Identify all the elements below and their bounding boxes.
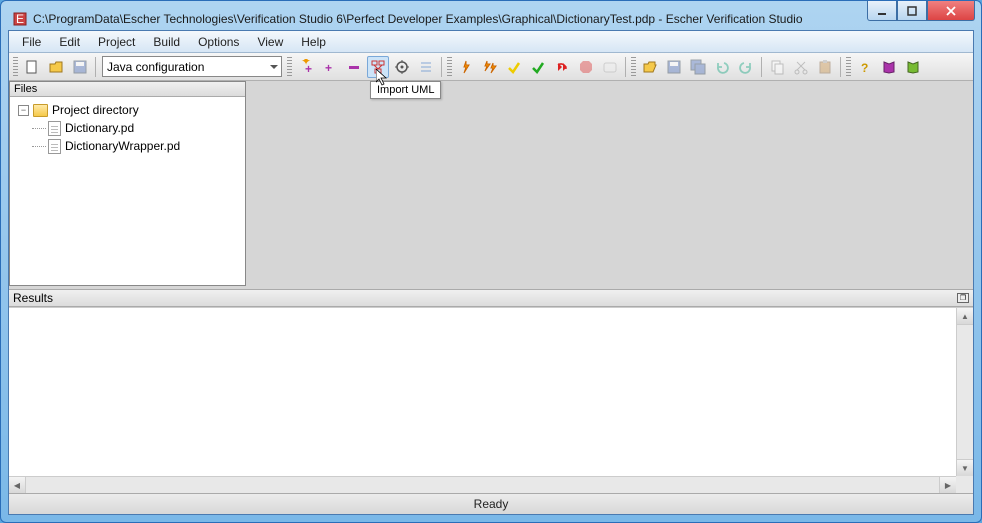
scrollbar-horizontal[interactable]: ◀ ▶: [9, 476, 956, 493]
verify-all-button[interactable]: [479, 56, 501, 78]
status-text: Ready: [474, 497, 509, 511]
toolbar-grip: [287, 57, 292, 77]
menu-options[interactable]: Options: [189, 33, 248, 51]
settings-button[interactable]: [391, 56, 413, 78]
tree-item-label: Dictionary.pd: [65, 121, 134, 135]
statusbar: Ready: [9, 493, 973, 514]
scroll-down-icon[interactable]: ▼: [957, 459, 973, 476]
close-button[interactable]: [927, 1, 975, 21]
clear-button[interactable]: [599, 56, 621, 78]
scroll-corner: [956, 476, 973, 493]
new-button[interactable]: [21, 56, 43, 78]
toolbar: Java configuration ✦+ +: [9, 53, 973, 81]
cut-button[interactable]: [790, 56, 812, 78]
tree-item[interactable]: Dictionary.pd: [12, 119, 243, 137]
results-panel: Results ❐ ▲ ▼ ◀ ▶: [9, 289, 973, 493]
app-icon: E: [12, 11, 28, 27]
results-body: ▲ ▼ ◀ ▶: [9, 307, 973, 493]
book2-button[interactable]: [902, 56, 924, 78]
toolbar-separator: [441, 57, 442, 77]
minimize-button[interactable]: [867, 1, 897, 21]
scroll-up-icon[interactable]: ▲: [957, 308, 973, 325]
scrollbar-vertical[interactable]: ▲ ▼: [956, 308, 973, 476]
paste-button[interactable]: [814, 56, 836, 78]
verify-one-button[interactable]: [455, 56, 477, 78]
menu-view[interactable]: View: [248, 33, 292, 51]
toolbar-grip: [447, 57, 452, 77]
add-new-button[interactable]: ✦+: [295, 56, 317, 78]
file-icon: [48, 139, 61, 154]
redo-button[interactable]: [735, 56, 757, 78]
svg-text:+: +: [305, 62, 312, 75]
toolbar-separator: [95, 57, 96, 77]
menu-edit[interactable]: Edit: [50, 33, 89, 51]
book1-button[interactable]: [878, 56, 900, 78]
scroll-left-icon[interactable]: ◀: [9, 477, 26, 493]
tree-item[interactable]: DictionaryWrapper.pd: [12, 137, 243, 155]
toolbar-grip: [846, 57, 851, 77]
toolbar-separator: [761, 57, 762, 77]
files-panel-title: Files: [10, 82, 245, 97]
help-button[interactable]: ?: [854, 56, 876, 78]
add-button[interactable]: +: [319, 56, 341, 78]
tooltip: Import UML: [370, 81, 441, 99]
tree-root[interactable]: − Project directory: [12, 101, 243, 119]
undo-button[interactable]: [711, 56, 733, 78]
menu-build[interactable]: Build: [144, 33, 189, 51]
svg-text:?: ?: [861, 61, 868, 75]
menubar: File Edit Project Build Options View Hel…: [9, 31, 973, 53]
folder-icon: [33, 104, 48, 117]
open-button[interactable]: [45, 56, 67, 78]
toolbar-separator: [840, 57, 841, 77]
menu-project[interactable]: Project: [89, 33, 144, 51]
scroll-right-icon[interactable]: ▶: [939, 477, 956, 493]
stop-button[interactable]: [575, 56, 597, 78]
save-button[interactable]: [69, 56, 91, 78]
remove-button[interactable]: [343, 56, 365, 78]
tree-connector: [32, 128, 46, 129]
save-all-button[interactable]: [687, 56, 709, 78]
maximize-button[interactable]: [897, 1, 927, 21]
save-file-button[interactable]: [663, 56, 685, 78]
dropdown-caret-icon: [270, 65, 278, 69]
tree-root-label: Project directory: [52, 103, 139, 117]
open-folder-button[interactable]: [639, 56, 661, 78]
svg-text:+: +: [325, 61, 332, 75]
collapse-icon[interactable]: −: [18, 105, 29, 116]
toolbar-separator: [625, 57, 626, 77]
menu-file[interactable]: File: [13, 33, 50, 51]
tree-item-label: DictionaryWrapper.pd: [65, 139, 180, 153]
toolbar-grip: [631, 57, 636, 77]
panel-maximize-button[interactable]: ❐: [957, 293, 969, 303]
files-panel: Files − Project directory Dictionary.pd …: [9, 81, 246, 286]
window-title: C:\ProgramData\Escher Technologies\Verif…: [33, 12, 803, 26]
results-panel-title: Results: [13, 291, 53, 305]
file-icon: [48, 121, 61, 136]
tree-connector: [32, 146, 46, 147]
import-uml-button[interactable]: [367, 56, 389, 78]
svg-text:E: E: [16, 12, 24, 26]
list-button[interactable]: [415, 56, 437, 78]
rebuild-button[interactable]: [551, 56, 573, 78]
menu-help[interactable]: Help: [292, 33, 335, 51]
toolbar-grip: [13, 57, 18, 77]
config-select[interactable]: Java configuration: [102, 56, 282, 77]
check-warn-button[interactable]: [503, 56, 525, 78]
config-select-value: Java configuration: [107, 60, 204, 74]
copy-button[interactable]: [766, 56, 788, 78]
check-ok-button[interactable]: [527, 56, 549, 78]
